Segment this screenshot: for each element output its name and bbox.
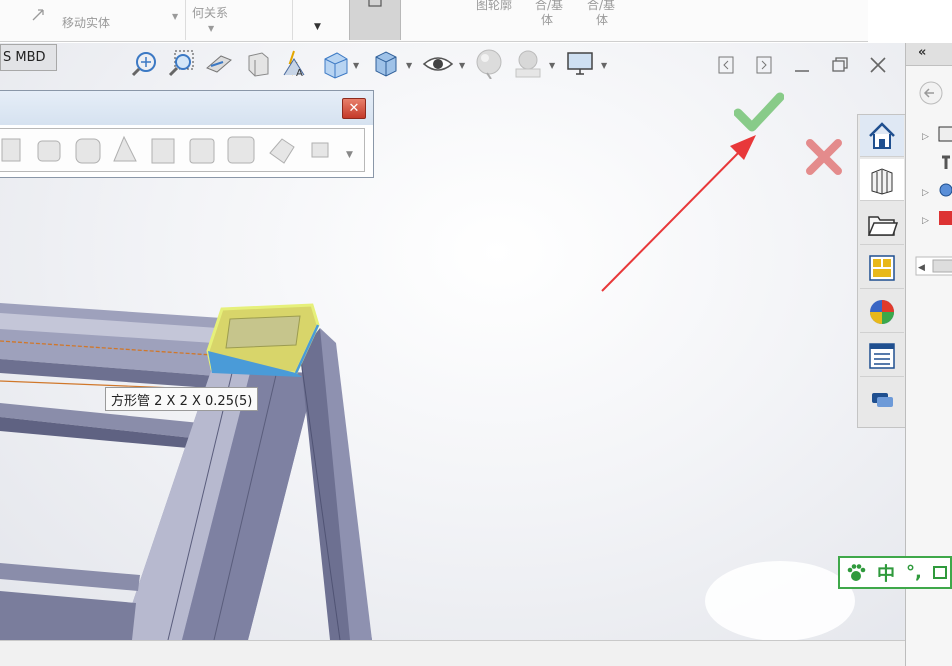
display-style-icon[interactable] <box>370 49 402 79</box>
tab-custom-properties[interactable] <box>860 335 904 377</box>
status-bar <box>0 640 905 666</box>
collapse-panel-button[interactable]: « <box>906 43 952 66</box>
ribbon-divider <box>292 0 293 40</box>
ribbon-sublabel-body-1: 体 <box>541 13 554 27</box>
view-palette-icon <box>869 254 895 281</box>
svg-text:▷: ▷ <box>922 132 929 142</box>
move-body-icon[interactable] <box>30 7 54 26</box>
svg-text:▷: ▷ <box>922 216 929 226</box>
close-icon[interactable] <box>866 53 890 77</box>
toolbox-icon <box>942 155 950 169</box>
gusset-icon <box>151 138 175 164</box>
supplier-content-icon <box>939 211 952 225</box>
move-body-dropdown-icon[interactable]: ▼ <box>172 12 178 21</box>
svg-text:▼: ▼ <box>346 150 353 160</box>
tab-design-library[interactable] <box>860 159 904 201</box>
tab-solidworks-resources[interactable] <box>860 115 904 157</box>
ime-keyboard-icon <box>932 565 947 579</box>
edit-appearance-icon[interactable] <box>472 49 506 79</box>
paw-icon <box>847 563 866 581</box>
confirm-ok-button[interactable] <box>733 91 785 133</box>
view-orientation-icon[interactable] <box>318 49 350 79</box>
design-library-icon <box>938 126 952 142</box>
view-settings-icon[interactable] <box>563 49 597 79</box>
task-pane-tabs <box>857 114 905 428</box>
weldment-structure-icon <box>1 138 21 162</box>
ribbon-label-outline[interactable]: 图轮廓 <box>476 0 512 13</box>
floating-toolbar-window: ✕ ▼ <box>0 90 374 178</box>
restore-icon[interactable] <box>828 53 852 77</box>
zoom-to-fit-icon[interactable] <box>128 49 160 79</box>
structural-member-icon <box>37 140 61 162</box>
minimize-icon[interactable] <box>790 53 814 77</box>
ribbon-active-button[interactable] <box>349 0 401 40</box>
svg-text:▷: ▷ <box>922 188 929 198</box>
weld-bead-icon <box>189 138 215 164</box>
hide-show-items-icon[interactable] <box>421 49 455 79</box>
custom-properties-icon <box>869 342 895 369</box>
home-icon <box>869 121 895 149</box>
selection-tooltip: 方形管 2 X 2 X 0.25(5) <box>105 387 259 411</box>
3d-content-central-icon <box>939 183 952 197</box>
reference-plane-icon <box>311 142 329 158</box>
previous-view-icon[interactable] <box>202 49 236 79</box>
body-delete-icon <box>269 138 295 164</box>
floating-toolbar-icons: ▼ <box>0 128 365 172</box>
tab-appearances-scenes[interactable] <box>860 291 904 333</box>
forum-icon <box>872 393 893 407</box>
floating-toolbar-close-button[interactable]: ✕ <box>342 98 366 119</box>
folder-icon <box>867 215 898 236</box>
ribbon-more-dropdown-icon[interactable]: ▼ <box>314 22 321 32</box>
reference-geometry-dropdown-icon[interactable]: ▼ <box>208 24 214 33</box>
zoom-to-area-icon[interactable] <box>165 49 197 79</box>
tab-view-palette[interactable] <box>860 247 904 289</box>
display-style-dropdown-icon[interactable]: ▼ <box>406 61 412 70</box>
trim-extend-icon <box>75 138 101 164</box>
command-manager-ribbon: 移动实体 ▼ 何关系 ▼ ▼ 图轮廓 合/基 体 合/基 体 <box>0 0 868 42</box>
tab-file-explorer[interactable] <box>860 203 904 245</box>
view-orientation-dropdown-icon[interactable]: ▼ <box>353 61 359 70</box>
hide-show-dropdown-icon[interactable]: ▼ <box>459 61 465 70</box>
section-view-icon[interactable] <box>242 49 274 79</box>
cut-list-icon <box>227 136 255 164</box>
svg-text:◀: ◀ <box>918 263 925 273</box>
tab-mbd[interactable]: S MBD <box>0 44 57 71</box>
svg-text:A: A <box>296 68 303 79</box>
move-body-button[interactable]: 移动实体 <box>62 14 110 31</box>
ribbon-sublabel-body-2: 体 <box>596 13 609 27</box>
end-cap-icon <box>113 135 137 162</box>
apply-scene-icon[interactable] <box>511 49 545 79</box>
view-settings-dropdown-icon[interactable]: ▼ <box>601 61 607 70</box>
reference-geometry-button[interactable]: 何关系 <box>192 4 228 21</box>
tile-left-icon[interactable] <box>714 53 738 77</box>
dynamic-annotation-icon[interactable]: A <box>279 49 313 79</box>
appearances-icon <box>870 299 894 324</box>
graphics-area[interactable]: S MBD A ▼ ▼ ▼ ▼ ▼ ✕ ▼ 方形管 2 X 2 X 0.25(5… <box>0 43 905 640</box>
x-icon <box>806 139 842 175</box>
input-method-bar[interactable]: 中 °, <box>838 556 952 589</box>
tile-right-icon[interactable] <box>752 53 776 77</box>
cancel-button[interactable] <box>804 137 844 177</box>
checkmark-icon <box>733 92 785 132</box>
ime-mode-label[interactable]: 中 <box>877 560 895 586</box>
floating-toolbar-titlebar[interactable] <box>0 91 373 125</box>
ime-punctuation-label[interactable]: °, <box>906 562 922 583</box>
tab-solidworks-forum[interactable] <box>860 379 904 421</box>
ribbon-divider <box>185 0 186 40</box>
apply-scene-dropdown-icon[interactable]: ▼ <box>549 61 555 70</box>
design-library-icon <box>871 167 893 195</box>
